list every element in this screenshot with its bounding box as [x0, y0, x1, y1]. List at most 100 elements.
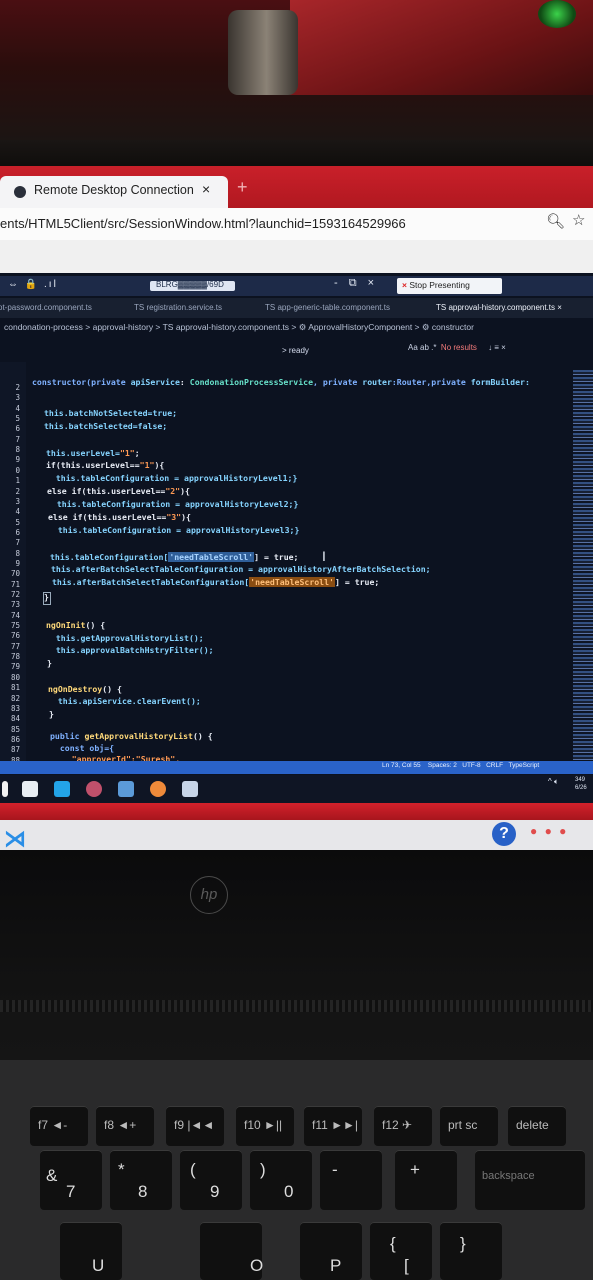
keyboard-key[interactable]: delete — [508, 1106, 566, 1146]
status-language[interactable]: TypeScript — [509, 762, 540, 769]
line-number: 8 — [15, 445, 20, 455]
code-token: (private — [86, 377, 131, 387]
code-token: () { — [85, 620, 106, 630]
key-label: + — [410, 1160, 420, 1179]
code-line[interactable]: this.batchSelected=false; — [44, 421, 167, 431]
code-token: "1" — [139, 460, 155, 470]
status-cursor-position[interactable]: Ln 73, Col 55 — [382, 762, 421, 769]
tab-registration-service[interactable]: TS registration.service.ts — [134, 303, 222, 312]
key-label: f12 ✈ — [382, 1118, 413, 1132]
status-items[interactable]: Ln 73, Col 55 Spaces: 2 UTF-8 CRLF TypeS… — [382, 762, 539, 769]
find-widget[interactable]: Aa ab .* No results ↓ ≡ × — [408, 343, 506, 352]
code-line[interactable]: this.afterBatchSelectTableConfiguration … — [51, 564, 431, 574]
new-tab-button[interactable]: + — [237, 177, 248, 198]
code-token: else if(this.userLevel== — [48, 512, 167, 522]
keyboard-key[interactable]: f9 |◄◄ — [166, 1106, 224, 1146]
code-line[interactable]: public getApprovalHistoryList() { — [50, 731, 213, 741]
star-icon[interactable]: ☆ — [572, 211, 585, 229]
status-encoding[interactable]: UTF-8 — [462, 762, 480, 769]
code-token: 'needTableScroll' — [168, 552, 255, 562]
status-eol[interactable]: CRLF — [486, 762, 503, 769]
breadcrumb[interactable]: condonation-process > approval-history >… — [4, 322, 474, 333]
code-line[interactable]: this.afterBatchSelectTableConfiguration[… — [52, 577, 379, 587]
browser-icon[interactable] — [150, 781, 166, 797]
code-line[interactable]: } — [44, 592, 49, 602]
code-token: () { — [192, 731, 213, 741]
search-icon[interactable]: 🔍︎ — [546, 212, 565, 230]
code-line[interactable]: } — [49, 709, 54, 719]
status-indent[interactable]: Spaces: 2 — [428, 762, 457, 769]
key-label: backspace — [482, 1170, 535, 1182]
tray-clock[interactable]: 349 6/26 — [575, 776, 587, 792]
code-line[interactable]: this.getApprovalHistoryList(); — [46, 633, 204, 643]
tab-close-icon[interactable]: × — [202, 181, 210, 197]
code-line-constructor[interactable]: constructor(private apiService: Condonat… — [32, 377, 530, 387]
vscode-logo-icon[interactable]: ⋊ — [4, 826, 26, 852]
window-controls[interactable]: - ⧉ × — [334, 277, 378, 290]
code-line[interactable]: this.tableConfiguration['needTableScroll… — [50, 552, 299, 562]
code-line[interactable]: } — [47, 658, 52, 668]
keyboard-key[interactable]: f12 ✈ — [374, 1106, 432, 1146]
remote-toolbar-icons[interactable]: ⇔ 🔒 .ıl — [8, 279, 58, 290]
keyboard-key[interactable]: f10 ►|| — [236, 1106, 294, 1146]
url-text[interactable]: ents/HTML5Client/src/SessionWindow.html?… — [0, 216, 406, 231]
keyboard-key[interactable] — [370, 1222, 432, 1280]
find-result: No results — [440, 343, 477, 352]
tab-password-component[interactable]: ot-password.component.ts — [0, 303, 92, 312]
minimap[interactable] — [573, 370, 593, 760]
keyboard-key[interactable] — [320, 1150, 382, 1210]
keyboard-key[interactable] — [60, 1222, 122, 1280]
line-number: 87 — [10, 745, 20, 755]
keyboard-key[interactable]: f8 ◄+ — [96, 1106, 154, 1146]
code-line[interactable]: const obj={ — [50, 743, 114, 753]
code-line[interactable]: ngOnDestroy() { — [48, 684, 122, 694]
keyboard-key[interactable] — [250, 1150, 312, 1210]
code-line[interactable]: this.apiService.clearEvent(); — [48, 696, 201, 706]
code-line[interactable]: if(this.userLevel=="1"){ — [46, 460, 164, 470]
key-label: f8 ◄+ — [104, 1118, 137, 1132]
photos-icon[interactable] — [22, 781, 38, 797]
help-icon[interactable]: ? — [492, 822, 516, 846]
keyboard-key[interactable]: f11 ►►| — [304, 1106, 362, 1146]
find-options[interactable]: Aa ab .* — [408, 343, 436, 352]
keyboard-key[interactable] — [440, 1222, 502, 1280]
code-token: "3" — [166, 512, 182, 522]
tab-approval-history[interactable]: TS approval-history.component.ts × — [436, 303, 562, 312]
code-line[interactable]: this.batchNotSelected=true; — [44, 408, 177, 418]
key-label: delete — [516, 1118, 549, 1132]
cloud-icon[interactable] — [182, 781, 198, 797]
find-controls[interactable]: ↓ ≡ × — [488, 343, 506, 352]
code-line[interactable]: ngOnInit() { — [46, 620, 105, 630]
line-number: 9 — [15, 455, 20, 465]
tray-volume-icon[interactable]: ^ 🔈︎ — [548, 777, 559, 787]
start-icon[interactable] — [2, 781, 8, 797]
stop-presenting-label[interactable]: × Stop Presenting — [402, 280, 470, 290]
key-label: ( — [190, 1160, 196, 1179]
code-line[interactable]: else if(this.userLevel=="3"){ — [48, 512, 191, 522]
vscode-taskbar-icon[interactable] — [54, 781, 70, 797]
code-token: ] = true; — [334, 577, 380, 587]
line-number: 82 — [10, 693, 20, 703]
keyboard-key[interactable]: f7 ◄- — [30, 1106, 88, 1146]
app-icon[interactable] — [118, 781, 134, 797]
globe-icon — [14, 186, 26, 198]
code-line[interactable]: this.tableConfiguration = approvalHistor… — [48, 525, 300, 535]
code-line[interactable]: this.approvalBatchHstryFilter(); — [46, 645, 214, 655]
tab-app-generic-table[interactable]: TS app-generic-table.component.ts — [265, 303, 390, 312]
line-number: 73 — [10, 600, 20, 610]
code-line[interactable]: this.userLevel="1"; — [46, 448, 140, 458]
firefox-icon[interactable] — [86, 781, 102, 797]
code-line[interactable]: else if(this.userLevel=="2"){ — [47, 486, 190, 496]
code-token: this.afterBatchSelectTableConfiguration … — [51, 564, 259, 574]
code-token: ){ — [181, 512, 191, 522]
key-label: 9 — [210, 1182, 220, 1201]
key-label: f10 ►|| — [244, 1118, 283, 1132]
code-line[interactable]: this.tableConfiguration = approvalHistor… — [46, 473, 298, 483]
keyboard-key[interactable] — [395, 1150, 457, 1210]
keyboard-key[interactable]: prt sc — [440, 1106, 498, 1146]
code-token: this.afterBatchSelectTableConfiguration[ — [52, 577, 250, 587]
terminal-ready: > ready — [282, 346, 309, 355]
line-number: 1 — [15, 476, 20, 486]
key-label: [ — [404, 1256, 409, 1275]
code-line[interactable]: this.tableConfiguration = approvalHistor… — [47, 499, 299, 509]
